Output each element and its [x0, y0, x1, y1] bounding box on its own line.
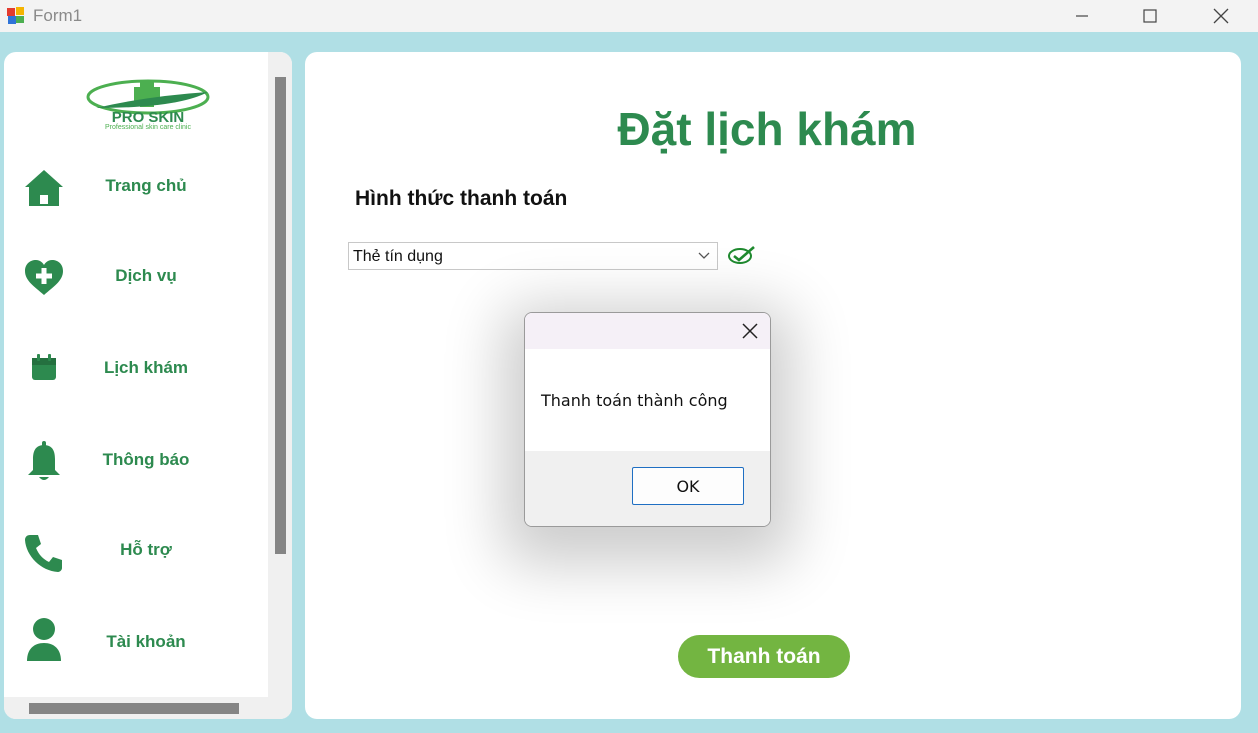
- heart-plus-icon: [22, 256, 66, 300]
- vertical-scrollbar-thumb[interactable]: [275, 77, 286, 554]
- minimize-icon: [1076, 15, 1088, 17]
- home-icon: [22, 166, 66, 210]
- sidebar-item-label: Trang chủ: [105, 176, 187, 195]
- dialog-close-button[interactable]: [730, 313, 770, 349]
- user-icon: [22, 618, 66, 662]
- close-icon: [742, 323, 758, 339]
- close-window-button[interactable]: [1198, 0, 1244, 32]
- sidebar-item-label: Lịch khám: [103, 358, 189, 377]
- sidebar-item-label: Tài khoản: [106, 632, 186, 651]
- main-panel: Đặt lịch khám Hình thức thanh toán Thẻ t…: [305, 52, 1241, 719]
- sidebar: PRO SKIN Professional skin care clinic T…: [4, 52, 292, 719]
- window-title: Form1: [33, 6, 83, 25]
- window-titlebar[interactable]: Form1: [0, 0, 1258, 32]
- minimize-button[interactable]: [1059, 0, 1105, 32]
- close-icon: [1213, 8, 1229, 24]
- sidebar-item-account[interactable]: Tài khoản: [4, 608, 268, 678]
- ok-button[interactable]: OK: [632, 467, 744, 505]
- sidebar-item-label: Hỗ trợ: [120, 540, 172, 559]
- bell-icon: [22, 439, 66, 483]
- sidebar-item-label: Thông báo: [102, 450, 190, 469]
- calendar-icon: [22, 346, 66, 390]
- client-area: PRO SKIN Professional skin care clinic T…: [0, 32, 1258, 733]
- phone-icon: [22, 531, 66, 575]
- horizontal-scrollbar-thumb[interactable]: [29, 703, 239, 714]
- sidebar-item-support[interactable]: Hỗ trợ: [4, 516, 268, 586]
- payment-method-value: Thẻ tín dụng: [353, 248, 443, 265]
- pay-button[interactable]: Thanh toán: [678, 635, 850, 678]
- app-icon: [7, 7, 24, 24]
- sidebar-item-notifications[interactable]: Thông báo: [4, 426, 268, 496]
- dialog-message: Thanh toán thành công: [541, 391, 728, 410]
- payment-method-label: Hình thức thanh toán: [355, 187, 568, 210]
- svg-text:Professional skin care clinic: Professional skin care clinic: [105, 124, 191, 130]
- sidebar-item-appointments[interactable]: Lịch khám: [4, 334, 268, 404]
- pro-skin-logo: PRO SKIN Professional skin care clinic: [86, 79, 210, 130]
- maximize-button[interactable]: [1127, 0, 1173, 32]
- message-dialog: Thanh toán thành công OK: [524, 312, 771, 527]
- maximize-icon: [1143, 9, 1157, 23]
- sidebar-item-services[interactable]: Dịch vụ: [4, 242, 268, 312]
- sidebar-item-label: Dịch vụ: [115, 266, 177, 285]
- payment-method-select[interactable]: Thẻ tín dụng: [348, 242, 718, 270]
- dialog-footer: OK: [525, 451, 770, 526]
- check-icon: [728, 246, 755, 264]
- sidebar-item-home[interactable]: Trang chủ: [4, 152, 268, 222]
- page-title: Đặt lịch khám: [617, 103, 917, 155]
- chevron-down-icon: [698, 252, 710, 259]
